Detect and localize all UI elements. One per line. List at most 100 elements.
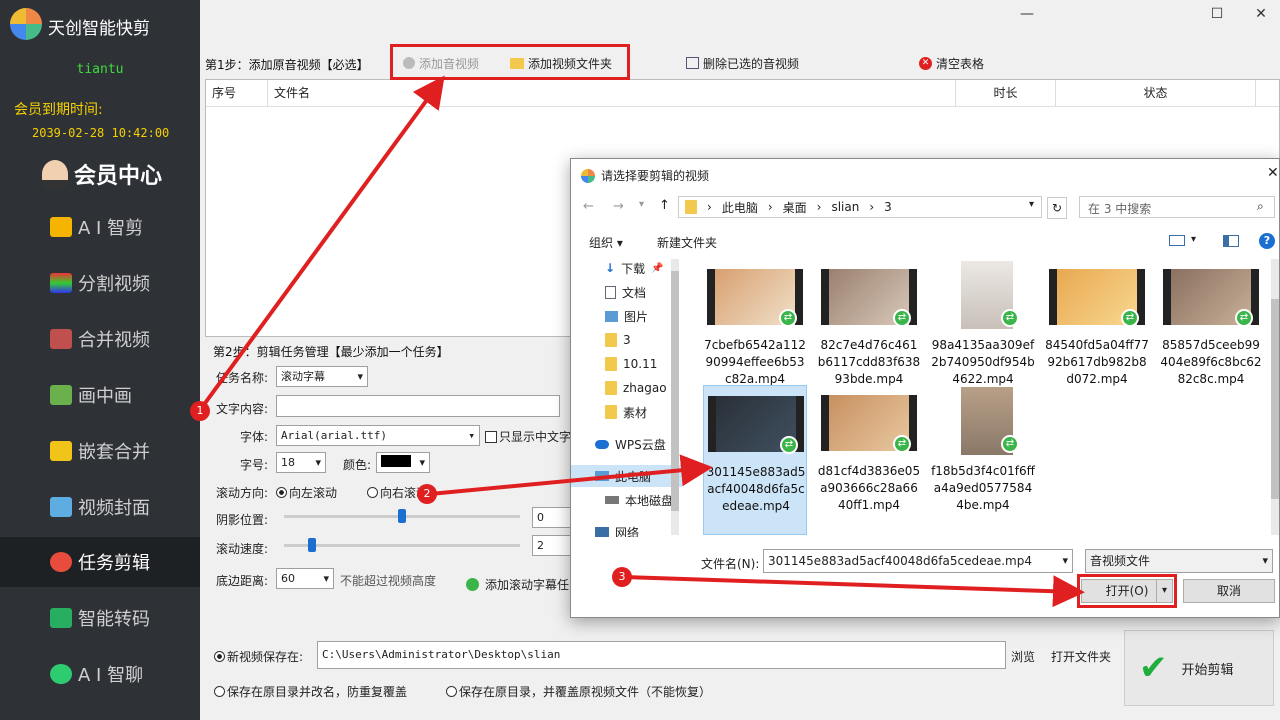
tree-item-pictures[interactable]: 图片 xyxy=(605,305,648,327)
tree-item-network[interactable]: 网络 xyxy=(595,521,639,537)
save-new-path-radio[interactable]: 新视频保存在: xyxy=(214,648,303,665)
forward-arrow-icon[interactable]: → xyxy=(613,199,624,214)
bottom-distance-select[interactable]: 60 xyxy=(276,568,334,589)
breadcrumb-slian[interactable]: slian xyxy=(831,200,859,214)
grid-scrollbar[interactable] xyxy=(1271,259,1279,535)
nav-smart-transcode[interactable]: 智能转码 xyxy=(0,593,200,643)
file-item[interactable]: ⇄ d81cf4d3836e05a903666c28a6640ff1.mp4 xyxy=(817,385,921,515)
file-item[interactable]: ⇄ 85857d5ceeb99404e89f6c8bc6282c8c.mp4 xyxy=(1159,259,1263,389)
recent-dropdown-icon[interactable]: ▾ xyxy=(639,199,644,210)
color-swatch xyxy=(381,455,411,467)
vip-center-button[interactable]: 会员中心 xyxy=(42,156,162,192)
tree-item-3[interactable]: 3 xyxy=(605,329,631,351)
preview-pane-icon[interactable] xyxy=(1223,235,1239,247)
computer-icon xyxy=(595,471,609,481)
tree-item-this-pc[interactable]: 此电脑 xyxy=(571,465,683,487)
tree-item-local-disk[interactable]: 本地磁盘 xyxy=(605,489,673,511)
back-arrow-icon[interactable]: ← xyxy=(583,199,594,214)
speed-slider[interactable] xyxy=(284,544,520,547)
shadow-input[interactable]: 0 xyxy=(532,507,572,528)
shadow-slider-thumb[interactable] xyxy=(398,509,406,523)
filetype-select[interactable]: 音视频文件 xyxy=(1085,549,1273,573)
help-icon[interactable]: ? xyxy=(1259,233,1275,249)
font-select[interactable]: Arial(arial.ttf) xyxy=(276,425,480,446)
task-name-label: 任务名称: xyxy=(216,371,269,385)
tree-item-downloads[interactable]: ↓ 下载 📌 xyxy=(605,257,664,279)
file-item[interactable]: ⇄ f18b5d3f4c01f6ffa4a9ed05775844be.mp4 xyxy=(931,385,1035,515)
tree-item-wps-cloud[interactable]: WPS云盘 xyxy=(595,433,666,455)
checkbox-icon xyxy=(485,430,497,443)
annotation-box-toolbar xyxy=(390,44,630,80)
task-name-select[interactable]: 滚动字幕 xyxy=(276,366,368,387)
nav-video-cover[interactable]: 视频封面 xyxy=(0,482,200,532)
refresh-icon[interactable]: ↻ xyxy=(1047,197,1067,219)
minimize-button[interactable]: — xyxy=(1012,6,1042,28)
clear-x-icon: ✕ xyxy=(919,56,932,70)
filename-input[interactable]: 301145e883ad5acf40048d6fa5cedeae.mp4 xyxy=(763,549,1073,573)
clear-table-button[interactable]: ✕ 清空表格 xyxy=(919,52,984,74)
only-chinese-checkbox[interactable]: 只显示中文字 xyxy=(485,428,571,445)
close-button[interactable]: ✕ xyxy=(1246,6,1276,28)
picture-in-picture-icon xyxy=(50,385,72,405)
breadcrumb-3[interactable]: 3 xyxy=(884,200,892,214)
open-folder-button[interactable]: 打开文件夹 xyxy=(1051,648,1111,665)
speed-slider-thumb[interactable] xyxy=(308,538,316,552)
nav-task-edit[interactable]: 任务剪辑 xyxy=(0,537,200,587)
add-task-button[interactable]: 添加滚动字幕任 xyxy=(466,576,569,593)
tree-item-10-11[interactable]: 10.11 xyxy=(605,353,657,375)
nav-pip[interactable]: 画中画 xyxy=(0,370,200,420)
delete-list-icon xyxy=(686,57,699,69)
direction-label: 滚动方向: xyxy=(216,486,269,500)
tree-scrollbar[interactable] xyxy=(671,259,679,535)
radio-checked-icon xyxy=(276,487,287,498)
text-content-label: 文字内容: xyxy=(216,402,269,416)
tree-item-documents[interactable]: 文档 xyxy=(605,281,646,303)
browse-button[interactable]: 浏览 xyxy=(1011,648,1035,665)
speed-input[interactable]: 2 xyxy=(532,535,572,556)
radio-icon xyxy=(214,686,225,697)
organize-menu[interactable]: 组织 ▾ xyxy=(589,234,623,251)
save-overwrite-radio[interactable]: 保存在原目录，并覆盖原视频文件（不能恢复） xyxy=(446,683,711,700)
file-item-selected[interactable]: ⇄ 301145e883ad5acf40048d6fa5cedeae.mp4 xyxy=(703,385,807,535)
address-bar[interactable]: › 此电脑 › 桌面 › slian › 3 xyxy=(678,196,1042,218)
file-item[interactable]: ⇄ 7cbefb6542a11290994effee6b53c82a.mp4 xyxy=(703,259,807,389)
dir-left-radio[interactable]: 向左滚动 xyxy=(276,484,337,501)
tree-item-zhagao[interactable]: zhagao xyxy=(605,377,667,399)
maximize-button[interactable]: ☐ xyxy=(1202,6,1232,28)
view-icon[interactable] xyxy=(1169,235,1185,246)
bottom-distance-label: 底边距离: xyxy=(216,574,269,588)
col-index: 序号 xyxy=(206,80,268,106)
nav-nested-merge[interactable]: 嵌套合并 xyxy=(0,426,200,476)
nav-split-video[interactable]: 分割视频 xyxy=(0,258,200,308)
breadcrumb-desktop[interactable]: 桌面 xyxy=(783,199,807,216)
video-file-badge-icon: ⇄ xyxy=(893,309,911,327)
app-logo-icon xyxy=(581,168,595,183)
dialog-close-icon[interactable]: ✕ xyxy=(1267,165,1279,181)
cancel-button[interactable]: 取消 xyxy=(1183,579,1275,603)
color-picker[interactable] xyxy=(376,452,430,473)
save-rename-radio[interactable]: 保存在原目录并改名，防重复覆盖 xyxy=(214,683,407,700)
file-item[interactable]: ⇄ 82c7e4d76c461b6117cdd83f63893bde.mp4 xyxy=(817,259,921,389)
size-label: 字号: xyxy=(240,458,269,472)
file-item[interactable]: ⇄ 84540fd5a04ff7792b617db982b8d072.mp4 xyxy=(1045,259,1149,389)
delete-selected-button[interactable]: 删除已选的音视频 xyxy=(686,52,799,74)
search-input[interactable]: 在 3 中搜索 xyxy=(1079,196,1275,218)
breadcrumb-this-pc[interactable]: 此电脑 xyxy=(722,199,758,216)
up-arrow-icon[interactable]: ↑ xyxy=(659,198,670,213)
save-path-input[interactable]: C:\Users\Administrator\Desktop\slian xyxy=(317,641,1006,669)
start-edit-button[interactable]: ✔ 开始剪辑 xyxy=(1124,630,1274,706)
size-select[interactable]: 18 xyxy=(276,452,326,473)
text-content-input[interactable] xyxy=(276,395,560,417)
address-dropdown-icon[interactable]: ▾ xyxy=(1029,199,1034,210)
new-folder-button[interactable]: 新建文件夹 xyxy=(657,234,717,251)
nav-ai-chat[interactable]: A I 智聊 xyxy=(0,649,200,699)
file-grid: ⇄ 7cbefb6542a11290994effee6b53c82a.mp4 ⇄… xyxy=(683,257,1280,535)
view-dropdown-icon[interactable]: ▾ xyxy=(1191,234,1196,245)
video-file-badge-icon: ⇄ xyxy=(893,435,911,453)
pin-icon: 📌 xyxy=(651,262,664,274)
col-duration: 时长 xyxy=(956,80,1056,106)
nav-merge-video[interactable]: 合并视频 xyxy=(0,314,200,364)
nav-ai-edit[interactable]: A I 智剪 xyxy=(0,202,200,252)
file-item[interactable]: ⇄ 98a4135aa309ef2b740950df954b4622.mp4 xyxy=(931,259,1035,389)
tree-item-sucai[interactable]: 素材 xyxy=(605,401,647,423)
